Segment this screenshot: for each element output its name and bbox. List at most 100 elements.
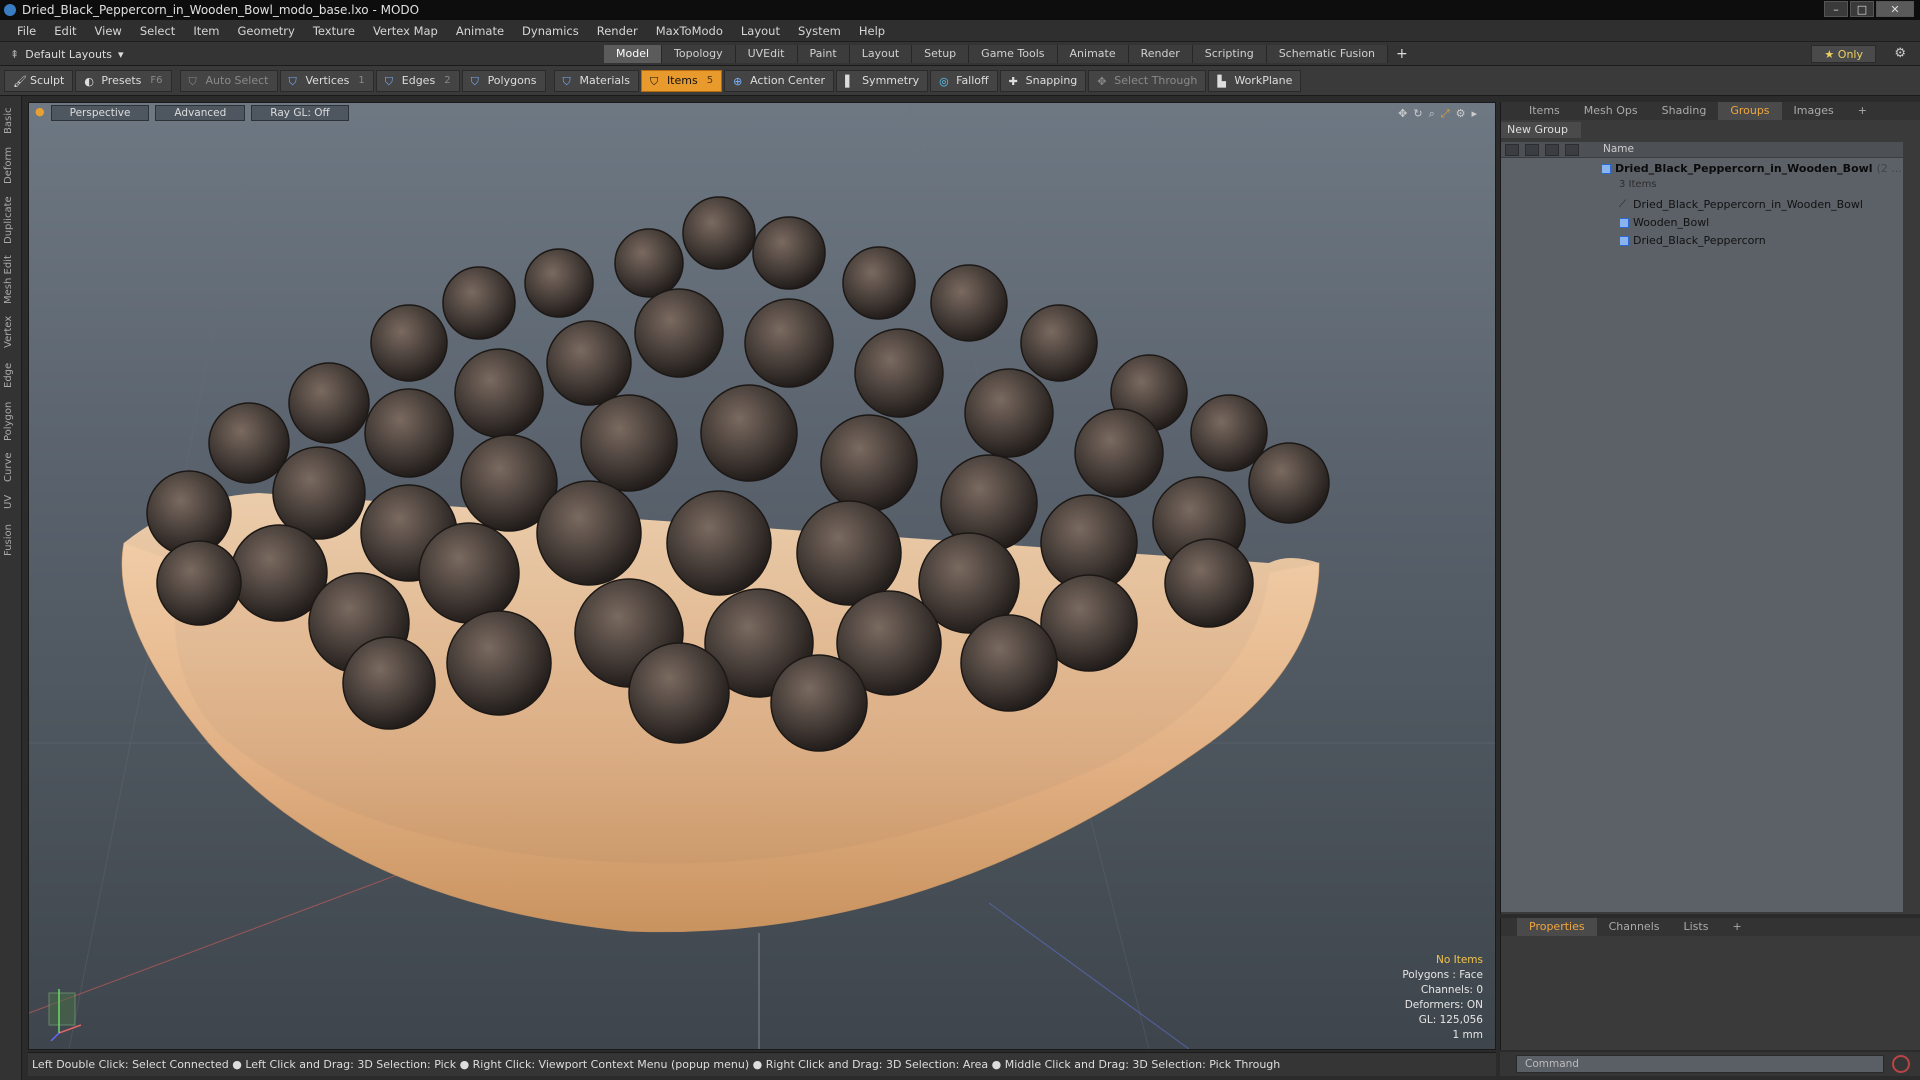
render-col-icon[interactable]	[1525, 144, 1539, 156]
tab-scripting[interactable]: Scripting	[1192, 45, 1267, 63]
new-group-button[interactable]: New Group	[1501, 122, 1581, 138]
menu-file[interactable]: File	[8, 24, 45, 38]
menu-vertex-map[interactable]: Vertex Map	[364, 24, 447, 38]
tab-items[interactable]: Items	[1517, 102, 1572, 120]
select-through-button[interactable]: ✥ Select Through	[1088, 69, 1207, 92]
only-button[interactable]: ★ Only	[1811, 45, 1876, 63]
tab-lists[interactable]: Lists	[1672, 918, 1721, 936]
tab-mesh-edit[interactable]: Mesh Edit	[3, 254, 19, 306]
symmetry-button[interactable]: ▌ Symmetry	[836, 69, 929, 92]
close-button[interactable]: ✕	[1876, 1, 1914, 17]
menu-item[interactable]: Item	[184, 24, 228, 38]
left-tool-tabs: Basic Deform Duplicate Mesh Edit Vertex …	[0, 96, 22, 1080]
fit-icon[interactable]: ⤢	[1441, 107, 1450, 121]
viewport-settings-icon[interactable]: ⚙	[1456, 107, 1466, 121]
menu-layout[interactable]: Layout	[732, 24, 789, 38]
vertices-shortcut: 1	[358, 75, 365, 86]
workplane-button[interactable]: ▙ WorkPlane	[1208, 69, 1302, 92]
layout-selector[interactable]: ⇞ Default Layouts ▾	[10, 46, 124, 62]
tab-uv[interactable]: UV	[3, 490, 19, 514]
viewport-menu-icon[interactable]: ●	[35, 105, 45, 121]
viewport-more-icon[interactable]: ▸	[1471, 107, 1477, 121]
tab-vertex[interactable]: Vertex	[3, 312, 19, 352]
add-tab-icon[interactable]: +	[1396, 45, 1408, 63]
raygl-button[interactable]: Ray GL: Off	[251, 105, 349, 121]
menu-help[interactable]: Help	[850, 24, 894, 38]
tab-polygon[interactable]: Polygon	[3, 398, 19, 444]
falloff-button[interactable]: ◎ Falloff	[930, 69, 998, 92]
tab-shading[interactable]: Shading	[1650, 102, 1719, 120]
brush-icon: 🖌	[13, 74, 27, 88]
tab-schematic-fusion[interactable]: Schematic Fusion	[1266, 45, 1389, 63]
tab-setup[interactable]: Setup	[912, 45, 970, 63]
add-properties-tab-icon[interactable]: +	[1720, 918, 1753, 936]
viewport-scene	[29, 103, 1495, 1049]
list-item[interactable]: Dried_Black_Peppercorn	[1619, 232, 1766, 250]
tab-curve[interactable]: Curve	[3, 450, 19, 484]
materials-button[interactable]: ⛉ Materials	[553, 69, 639, 92]
edges-button[interactable]: ⛉ Edges 2	[375, 69, 460, 92]
sculpt-button[interactable]: 🖌 Sculpt	[4, 69, 74, 92]
materials-icon: ⛉	[562, 74, 571, 88]
3d-viewport[interactable]: ● Perspective Advanced Ray GL: Off ✥ ↻ ⌕…	[28, 102, 1496, 1050]
items-button[interactable]: ⛉ Items 5	[640, 69, 723, 92]
shading-mode-button[interactable]: Advanced	[155, 105, 246, 121]
tab-images[interactable]: Images	[1782, 102, 1846, 120]
tab-properties[interactable]: Properties	[1517, 918, 1597, 936]
lock-col-icon[interactable]	[1545, 144, 1559, 156]
groups-scrollbar[interactable]	[1905, 142, 1919, 912]
tab-basic[interactable]: Basic	[3, 104, 19, 138]
pan-icon[interactable]: ✥	[1398, 107, 1407, 121]
vertices-icon: ⛉	[288, 74, 297, 88]
gear-icon[interactable]: ⚙	[1894, 46, 1906, 61]
menu-maxtomodo[interactable]: MaxToModo	[647, 24, 732, 38]
list-item-label: Dried_Black_Peppercorn_in_Wooden_Bowl	[1633, 198, 1863, 211]
tab-fusion[interactable]: Fusion	[3, 520, 19, 560]
view-mode-button[interactable]: Perspective	[50, 105, 150, 121]
tab-groups[interactable]: Groups	[1718, 102, 1782, 120]
materials-label: Materials	[579, 74, 630, 87]
menu-texture[interactable]: Texture	[304, 24, 364, 38]
tab-paint[interactable]: Paint	[797, 45, 850, 63]
command-record-icon[interactable]	[1892, 1055, 1910, 1073]
tab-channels[interactable]: Channels	[1597, 918, 1672, 936]
tab-render[interactable]: Render	[1128, 45, 1193, 63]
tab-edge[interactable]: Edge	[3, 358, 19, 392]
visibility-col-icon[interactable]	[1505, 144, 1519, 156]
groups-panel: Items Mesh Ops Shading Groups Images + N…	[1500, 102, 1920, 914]
add-panel-tab-icon[interactable]: +	[1846, 102, 1879, 120]
tab-animate[interactable]: Animate	[1057, 45, 1129, 63]
tab-deform[interactable]: Deform	[3, 144, 19, 186]
maximize-button[interactable]: □	[1850, 1, 1874, 17]
menu-select[interactable]: Select	[131, 24, 184, 38]
tab-mesh-ops[interactable]: Mesh Ops	[1572, 102, 1650, 120]
tab-duplicate[interactable]: Duplicate	[3, 192, 19, 248]
menu-edit[interactable]: Edit	[45, 24, 85, 38]
snapping-button[interactable]: ✚ Snapping	[999, 69, 1087, 92]
tab-layout[interactable]: Layout	[849, 45, 913, 63]
minimize-button[interactable]: –	[1824, 1, 1848, 17]
menu-view[interactable]: View	[86, 24, 131, 38]
tab-topology[interactable]: Topology	[662, 45, 736, 63]
polygons-button[interactable]: ⛉ Polygons	[461, 69, 546, 92]
menu-system[interactable]: System	[789, 24, 850, 38]
rotate-icon[interactable]: ↻	[1413, 107, 1422, 121]
group-count: 3 Items	[1619, 179, 1657, 190]
auto-select-button[interactable]: ⛉ Auto Select	[179, 69, 278, 92]
list-item[interactable]: ⟋ Dried_Black_Peppercorn_in_Wooden_Bowl	[1619, 196, 1863, 214]
tab-model[interactable]: Model	[604, 45, 663, 63]
zoom-icon[interactable]: ⌕	[1429, 107, 1435, 121]
menu-render[interactable]: Render	[588, 24, 647, 38]
vertices-button[interactable]: ⛉ Vertices 1	[279, 69, 374, 92]
command-input[interactable]: Command	[1516, 1055, 1884, 1073]
menu-animate[interactable]: Animate	[447, 24, 513, 38]
locator-icon: ⟋	[1619, 199, 1626, 210]
list-item[interactable]: Wooden_Bowl	[1619, 214, 1709, 232]
action-center-button[interactable]: ⊕ Action Center	[724, 69, 835, 92]
menu-dynamics[interactable]: Dynamics	[513, 24, 588, 38]
presets-button[interactable]: ◐ Presets F6	[75, 69, 172, 92]
select-col-icon[interactable]	[1565, 144, 1579, 156]
menu-geometry[interactable]: Geometry	[229, 24, 304, 38]
tab-uvedit[interactable]: UVEdit	[735, 45, 798, 63]
tab-game-tools[interactable]: Game Tools	[969, 45, 1058, 63]
